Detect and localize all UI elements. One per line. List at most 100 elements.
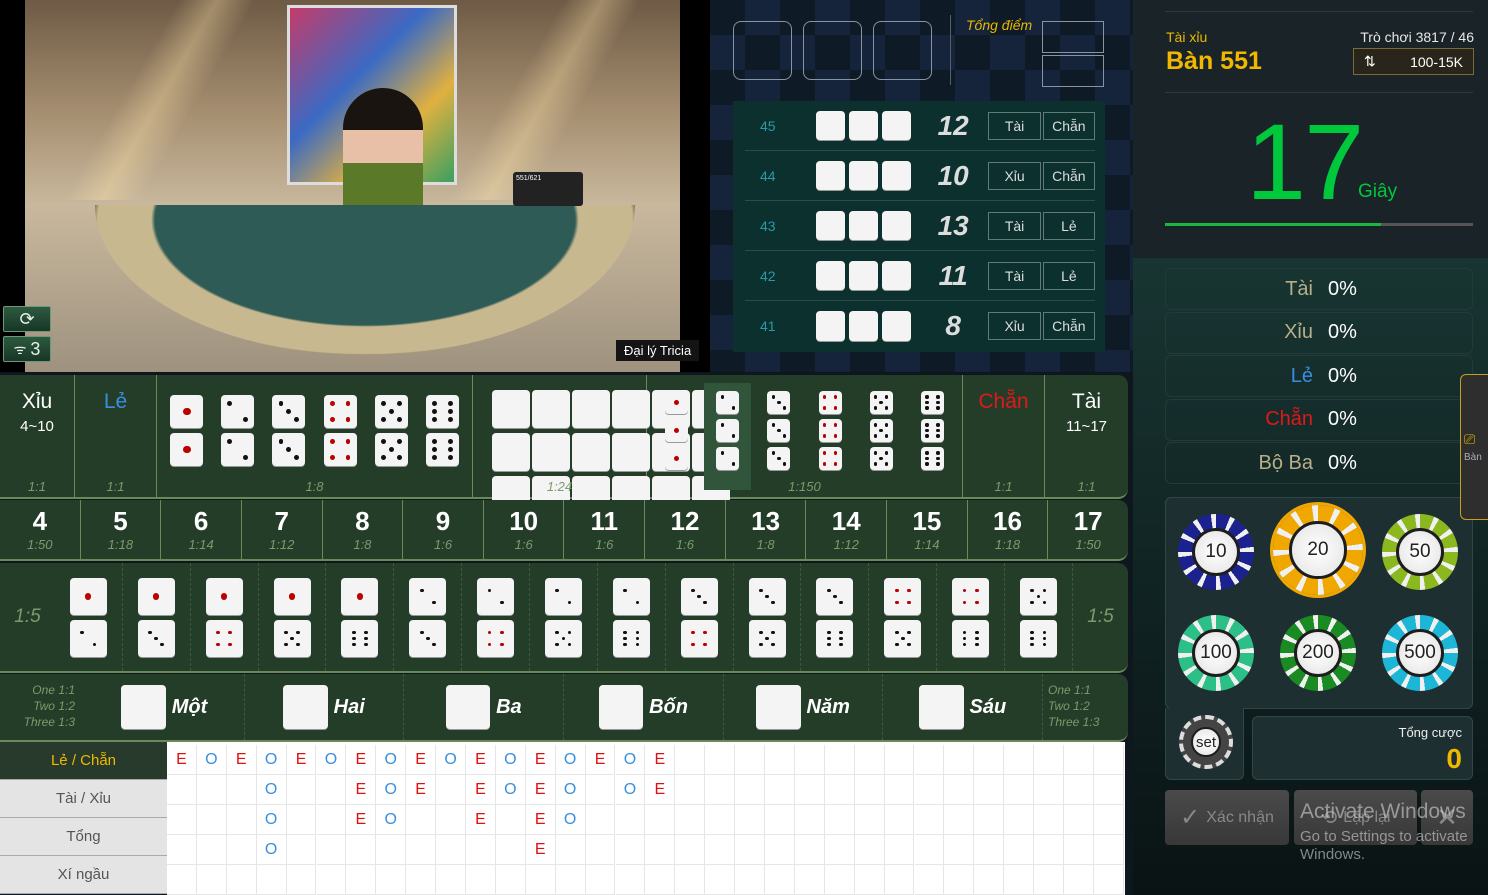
bet-single-2[interactable]: Hai — [245, 674, 405, 740]
bet-pair-5-6[interactable] — [1005, 563, 1073, 671]
bet-pair-1-5[interactable] — [259, 563, 327, 671]
bet-single-5[interactable]: Năm — [724, 674, 884, 740]
bet-total-17[interactable]: 17 1:50 — [1048, 500, 1128, 559]
bet-single-4[interactable]: Bốn — [564, 674, 724, 740]
road-tab[interactable]: Lẻ / Chẵn — [0, 742, 167, 780]
chip-10[interactable]: 10 — [1178, 514, 1254, 590]
road-cell — [286, 775, 317, 805]
bet-total-7[interactable]: 7 1:12 — [242, 500, 323, 559]
bet-total-11[interactable]: 11 1:6 — [564, 500, 646, 559]
bet-big[interactable]: Tài 11~17 1:1 — [1045, 375, 1128, 497]
bet-limit-selector[interactable]: ⇅ 100-15K — [1353, 48, 1474, 75]
die-pip — [1042, 630, 1047, 635]
bet-pair-3-4[interactable] — [666, 563, 734, 671]
bet-pair-2-6[interactable] — [598, 563, 666, 671]
die-pip — [623, 630, 628, 635]
bet-single-3[interactable]: Ba — [404, 674, 565, 740]
bet-single-1[interactable]: Một — [85, 674, 245, 740]
bet-even[interactable]: Chẵn 1:1 — [963, 375, 1045, 497]
odds: 1:150 — [788, 479, 821, 494]
die-pip — [771, 630, 775, 635]
bet-triple-4[interactable] — [807, 383, 854, 490]
bet-pair-2-3[interactable] — [394, 563, 463, 671]
bet-double-6[interactable] — [425, 395, 459, 466]
die-face-3 — [445, 684, 491, 730]
round-number: 45 — [759, 117, 776, 134]
confirm-button[interactable]: ✓ Xác nhận — [1165, 790, 1289, 845]
total-number: 7 — [274, 506, 289, 536]
die-face-3 — [272, 395, 306, 428]
bet-double-5[interactable] — [374, 395, 408, 466]
odds: 1:8 — [305, 479, 324, 494]
bet-pair-1-4[interactable] — [191, 563, 259, 671]
table-plate: 551/621 — [513, 172, 583, 206]
result-die-slot — [873, 21, 932, 80]
die-face-5 — [374, 395, 408, 428]
bet-pair-4-5[interactable] — [869, 563, 938, 671]
bet-total-6[interactable]: 6 1:14 — [161, 500, 242, 559]
bet-total-14[interactable]: 14 1:12 — [806, 500, 888, 559]
bet-pair-3-6[interactable] — [801, 563, 870, 671]
bet-pair-2-5[interactable] — [530, 563, 598, 671]
bet-pair-1-2[interactable] — [55, 563, 123, 671]
chip-500[interactable]: 500 — [1382, 615, 1458, 691]
bet-double-3[interactable] — [272, 395, 306, 466]
bet-total-8[interactable]: 8 1:8 — [323, 500, 404, 559]
bet-triple-1[interactable] — [653, 383, 700, 490]
chip-200[interactable]: 200 — [1280, 615, 1356, 691]
road-tab[interactable]: Tổng — [0, 818, 167, 856]
die-pip — [873, 395, 878, 399]
bet-pair-2-4[interactable] — [462, 563, 531, 671]
chip-100[interactable]: 100 — [1178, 615, 1254, 691]
chip-50[interactable]: 50 — [1382, 514, 1458, 590]
die-pip — [80, 630, 85, 635]
bet-odd[interactable]: Lẻ 1:1 — [75, 375, 157, 497]
bet-any-triple[interactable]: 1:24 — [473, 375, 730, 515]
bet-total-12[interactable]: 12 1:6 — [645, 500, 726, 559]
bet-total-9[interactable]: 9 1:6 — [403, 500, 484, 559]
refresh-button[interactable]: ⟳ — [3, 306, 51, 332]
die-pip — [555, 642, 560, 647]
die-pip — [345, 401, 351, 407]
die-pip — [833, 423, 838, 427]
bet-total-4[interactable]: 4 1:50 — [0, 500, 81, 559]
bet-double-4[interactable] — [323, 395, 357, 466]
road-cell: O — [256, 745, 287, 775]
chip-set[interactable]: set — [1179, 715, 1233, 769]
odds: 1:14 — [914, 537, 940, 552]
road-cell — [1034, 745, 1064, 775]
bet-pair-4-6[interactable] — [937, 563, 1006, 671]
bet-total-5[interactable]: 5 1:18 — [81, 500, 162, 559]
bet-triple-6[interactable] — [909, 383, 956, 490]
road-tab[interactable]: Tài / Xỉu — [0, 780, 167, 818]
bet-total-10[interactable]: 10 1:6 — [484, 500, 565, 559]
die-face-1 — [170, 395, 204, 428]
road-tab[interactable]: Xí ngầu — [0, 856, 167, 894]
bet-total-13[interactable]: 13 1:8 — [726, 500, 807, 559]
die-pip — [925, 400, 929, 405]
total-bet-value: 0 — [1446, 743, 1462, 774]
road-cell — [406, 835, 437, 865]
die-face-2 — [221, 433, 255, 466]
bet-triple-3[interactable] — [755, 383, 802, 490]
road-cell — [1034, 865, 1064, 895]
signal-button[interactable]: ᯤ3 — [3, 336, 51, 362]
die-face-1 — [815, 311, 845, 341]
bet-pair-1-6[interactable] — [326, 563, 395, 671]
bet-pair-3-5[interactable] — [734, 563, 802, 671]
chip-20[interactable]: 20 — [1273, 505, 1363, 595]
bet-pair-1-3[interactable] — [123, 563, 191, 671]
side-tab-table[interactable]: ⎚ Bàn — [1460, 374, 1488, 520]
bet-double-2[interactable] — [221, 395, 255, 466]
bet-small[interactable]: Xỉu 4~10 1:1 — [0, 375, 75, 497]
bet-total-15[interactable]: 15 1:14 — [887, 500, 968, 559]
road-cell — [585, 865, 616, 895]
bet-total-16[interactable]: 16 1:18 — [968, 500, 1049, 559]
bet-double-1[interactable] — [170, 395, 204, 466]
die-pip — [873, 406, 878, 410]
bet-triple-2[interactable] — [704, 383, 752, 490]
road-cell — [824, 745, 855, 775]
bet-single-6[interactable]: Sáu — [883, 674, 1044, 740]
bet-triple-5[interactable] — [858, 383, 905, 490]
die-face-6 — [919, 684, 964, 730]
